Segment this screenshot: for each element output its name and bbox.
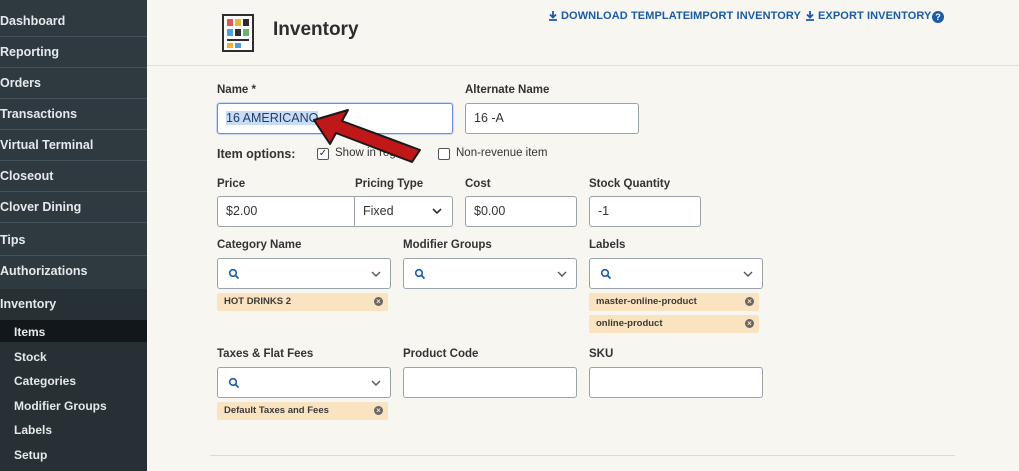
download-icon[interactable]: [548, 11, 558, 21]
chevron-down-icon: [371, 380, 381, 386]
sidebar-item-inventory[interactable]: Inventory: [0, 297, 147, 311]
search-icon: [414, 268, 426, 280]
sidebar-sub-modifier-groups[interactable]: Modifier Groups: [14, 399, 107, 413]
export-inventory-link[interactable]: EXPORT INVENTORY: [818, 10, 931, 22]
modifier-groups-select[interactable]: [403, 258, 577, 289]
chip-label: Default Taxes and Fees: [224, 405, 329, 416]
labels-select[interactable]: [589, 258, 763, 289]
sidebar-item-orders[interactable]: Orders: [0, 76, 147, 90]
search-icon: [228, 268, 240, 280]
divider: [0, 160, 147, 161]
chevron-down-icon: [371, 271, 381, 277]
close-icon[interactable]: ×: [745, 297, 754, 306]
sidebar-sub-labels[interactable]: Labels: [14, 423, 52, 437]
sidebar: Dashboard Reporting Orders Transactions …: [0, 0, 147, 471]
label-chip: online-product ×: [589, 315, 759, 333]
search-icon: [228, 377, 240, 389]
chevron-down-icon: [432, 208, 442, 215]
export-icon[interactable]: [805, 11, 815, 21]
import-inventory-link[interactable]: IMPORT INVENTORY: [690, 10, 801, 22]
sku-field[interactable]: [589, 367, 763, 398]
taxes-label: Taxes & Flat Fees: [217, 348, 314, 360]
sidebar-item-clover-dining[interactable]: Clover Dining: [0, 200, 147, 214]
stock-quantity-field[interactable]: -1: [589, 196, 701, 227]
sidebar-sub-stock[interactable]: Stock: [14, 350, 47, 364]
pricing-type-select[interactable]: Fixed: [354, 196, 453, 227]
price-field[interactable]: $2.00: [217, 196, 355, 227]
divider: [0, 36, 147, 37]
product-code-label: Product Code: [403, 348, 479, 360]
inventory-logo-icon: [222, 14, 254, 52]
divider: [0, 98, 147, 99]
category-select[interactable]: [217, 258, 391, 289]
cost-field[interactable]: $0.00: [465, 196, 577, 227]
close-icon[interactable]: ×: [374, 406, 383, 415]
label-chip: master-online-product ×: [589, 293, 759, 311]
tax-chip: Default Taxes and Fees ×: [217, 402, 388, 420]
alternate-name-field[interactable]: 16 -A: [465, 103, 639, 134]
close-icon[interactable]: ×: [374, 297, 383, 306]
sidebar-item-transactions[interactable]: Transactions: [0, 107, 147, 121]
help-icon[interactable]: ?: [932, 11, 944, 23]
pricing-type-value: Fixed: [363, 204, 394, 218]
sidebar-sub-categories[interactable]: Categories: [14, 374, 76, 388]
sidebar-item-reporting[interactable]: Reporting: [0, 45, 147, 59]
sku-label: SKU: [589, 348, 614, 360]
product-code-field[interactable]: [403, 367, 577, 398]
sidebar-item-tips[interactable]: Tips: [0, 233, 147, 247]
cost-label: Cost: [465, 178, 491, 190]
divider: [0, 191, 147, 192]
divider: [0, 129, 147, 130]
divider: [210, 455, 955, 456]
sidebar-item-virtual-terminal[interactable]: Virtual Terminal: [0, 138, 147, 152]
pricing-type-label: Pricing Type: [355, 178, 424, 190]
name-label: Name *: [217, 84, 256, 96]
chip-label: online-product: [596, 318, 663, 329]
non-revenue-label: Non-revenue item: [456, 147, 548, 159]
modifier-groups-label: Modifier Groups: [403, 239, 492, 251]
download-template-link[interactable]: DOWNLOAD TEMPLATE: [561, 10, 690, 22]
annotation-arrow-icon: [313, 109, 421, 163]
sidebar-sub-items[interactable]: Items: [14, 325, 45, 339]
search-icon: [600, 268, 612, 280]
alternate-name-label: Alternate Name: [465, 84, 550, 96]
name-value: 16 AMERICANO: [226, 111, 319, 125]
chip-label: master-online-product: [596, 296, 697, 307]
chevron-down-icon: [743, 271, 753, 277]
taxes-select[interactable]: [217, 367, 391, 398]
divider: [0, 67, 147, 68]
close-icon[interactable]: ×: [745, 319, 754, 328]
chip-label: HOT DRINKS 2: [224, 296, 292, 307]
sidebar-item-closeout[interactable]: Closeout: [0, 169, 147, 183]
chevron-down-icon: [557, 271, 567, 277]
stock-quantity-label: Stock Quantity: [589, 178, 671, 190]
price-label: Price: [217, 178, 246, 190]
sidebar-item-authorizations[interactable]: Authorizations: [0, 264, 147, 278]
non-revenue-checkbox[interactable]: [438, 148, 450, 160]
divider: [0, 222, 147, 223]
sidebar-sub-setup[interactable]: Setup: [14, 448, 47, 462]
category-name-label: Category Name: [217, 239, 302, 251]
divider: [0, 255, 147, 256]
sidebar-item-dashboard[interactable]: Dashboard: [0, 14, 147, 28]
category-chip: HOT DRINKS 2 ×: [217, 293, 388, 311]
page-title: Inventory: [273, 19, 359, 40]
item-options-label: Item options:: [217, 147, 296, 161]
labels-label: Labels: [589, 239, 626, 251]
